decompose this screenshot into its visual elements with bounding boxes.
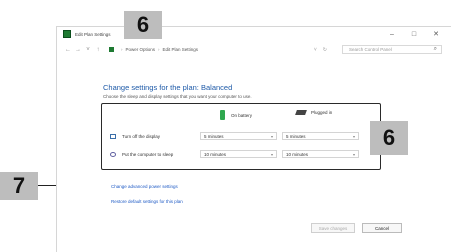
display-icon <box>110 133 116 139</box>
refresh-icon[interactable]: ↻ <box>323 47 327 53</box>
up-arrow-icon[interactable]: ↑ <box>93 47 103 53</box>
address-actions: ˅ ↻ <box>314 45 327 54</box>
plug-icon <box>295 110 307 115</box>
display-label: Turn off the display <box>122 133 161 139</box>
cancel-button[interactable]: Cancel <box>362 223 402 233</box>
breadcrumb[interactable]: › Power Options › Edit Plan Settings ˅ ↻ <box>109 45 327 54</box>
search-icon: ⌕ <box>433 46 437 52</box>
column-plugged-in: Plugged in <box>295 110 333 115</box>
sleep-plugged-value: 10 minutes <box>286 151 309 157</box>
plan-settings-panel: On battery Plugged in Turn off the displ… <box>101 103 381 170</box>
callout-7: 7 <box>0 172 38 200</box>
sleep-icon <box>110 151 116 157</box>
callout-6-settings: 6 <box>370 121 408 155</box>
battery-icon <box>220 110 225 120</box>
sleep-label: Put the computer to sleep <box>122 151 174 157</box>
sleep-plugged-select[interactable]: 10 minutes ▾ <box>282 150 359 158</box>
control-panel-icon <box>109 47 114 52</box>
forward-arrow-icon[interactable]: → <box>73 47 83 53</box>
display-battery-value: 5 minutes <box>204 133 224 139</box>
column-on-battery-label: On battery <box>231 112 253 118</box>
display-battery-select[interactable]: 5 minutes ▾ <box>200 132 277 140</box>
column-on-battery: On battery <box>220 110 252 120</box>
chevron-right-icon: › <box>158 47 160 52</box>
page-title: Change settings for the plan: Balanced <box>103 83 233 92</box>
chevron-down-icon: ▾ <box>270 151 273 157</box>
display-plugged-select[interactable]: 5 minutes ▾ <box>282 132 359 140</box>
window-title: Edit Plan Settings <box>75 31 111 37</box>
callout-6-title: 6 <box>124 11 162 39</box>
chevron-down-icon: ▾ <box>270 133 273 139</box>
setting-row-sleep: Put the computer to sleep 10 minutes ▾ 1… <box>102 148 380 160</box>
search-placeholder: Search Control Panel <box>349 47 392 52</box>
search-input[interactable]: Search Control Panel ⌕ <box>342 45 442 54</box>
address-bar: ← → ˅ ↑ › Power Options › Edit Plan Sett… <box>57 43 451 57</box>
title-bar: Edit Plan Settings – □ ✕ <box>57 27 451 41</box>
back-arrow-icon[interactable]: ← <box>63 47 73 53</box>
recent-locations-icon[interactable]: ˅ <box>83 47 93 53</box>
breadcrumb-edit-plan-settings[interactable]: Edit Plan Settings <box>163 47 199 52</box>
chevron-down-icon: ▾ <box>352 133 355 139</box>
chevron-down-icon: ▾ <box>352 151 355 157</box>
sleep-battery-value: 10 minutes <box>204 151 227 157</box>
window-controls: – □ ✕ <box>381 27 447 41</box>
minimize-button[interactable]: – <box>381 31 403 38</box>
change-advanced-power-settings-link[interactable]: Change advanced power settings <box>111 184 178 189</box>
column-plugged-in-label: Plugged in <box>311 110 333 115</box>
save-changes-button[interactable]: Save changes <box>311 223 355 233</box>
restore-default-settings-link[interactable]: Restore default settings for this plan <box>111 199 183 204</box>
address-dropdown-icon[interactable]: ˅ <box>314 47 317 53</box>
sleep-battery-select[interactable]: 10 minutes ▾ <box>200 150 277 158</box>
page-description: Choose the sleep and display settings th… <box>103 94 252 99</box>
breadcrumb-power-options[interactable]: Power Options <box>126 47 156 52</box>
setting-row-display: Turn off the display 5 minutes ▾ 5 minut… <box>102 130 380 142</box>
maximize-button[interactable]: □ <box>403 31 425 38</box>
close-button[interactable]: ✕ <box>425 30 447 38</box>
power-options-icon <box>63 30 71 38</box>
chevron-right-icon: › <box>121 47 123 52</box>
display-plugged-value: 5 minutes <box>286 133 306 139</box>
